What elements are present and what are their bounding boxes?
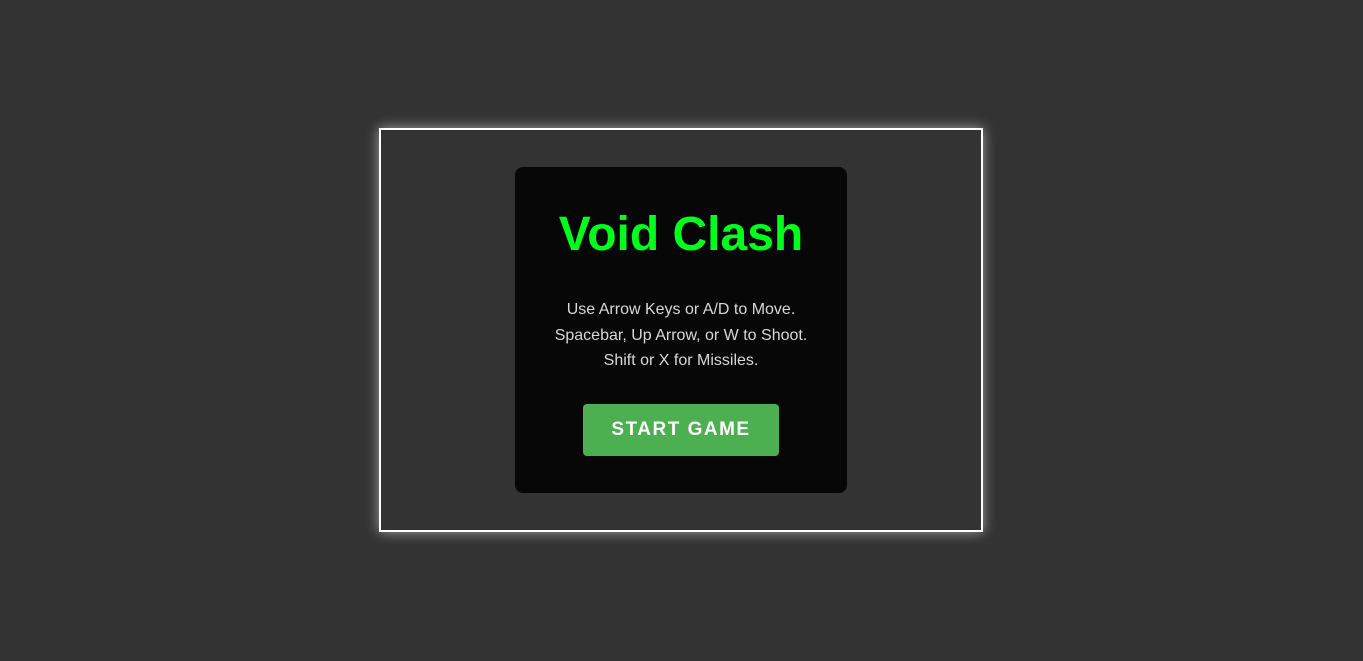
game-title: Void Clash [558,208,804,261]
instructions: Use Arrow Keys or A/D to Move. Spacebar,… [515,297,847,374]
instruction-move: Use Arrow Keys or A/D to Move. [566,301,796,318]
game-canvas-frame: Void Clash Use Arrow Keys or A/D to Move… [379,128,983,532]
instruction-shoot: Spacebar, Up Arrow, or W to Shoot. [554,326,808,344]
start-game-button[interactable]: START GAME [583,403,779,456]
start-menu-panel: Void Clash Use Arrow Keys or A/D to Move… [515,167,847,493]
instruction-missiles: Shift or X for Missiles. [603,352,759,369]
